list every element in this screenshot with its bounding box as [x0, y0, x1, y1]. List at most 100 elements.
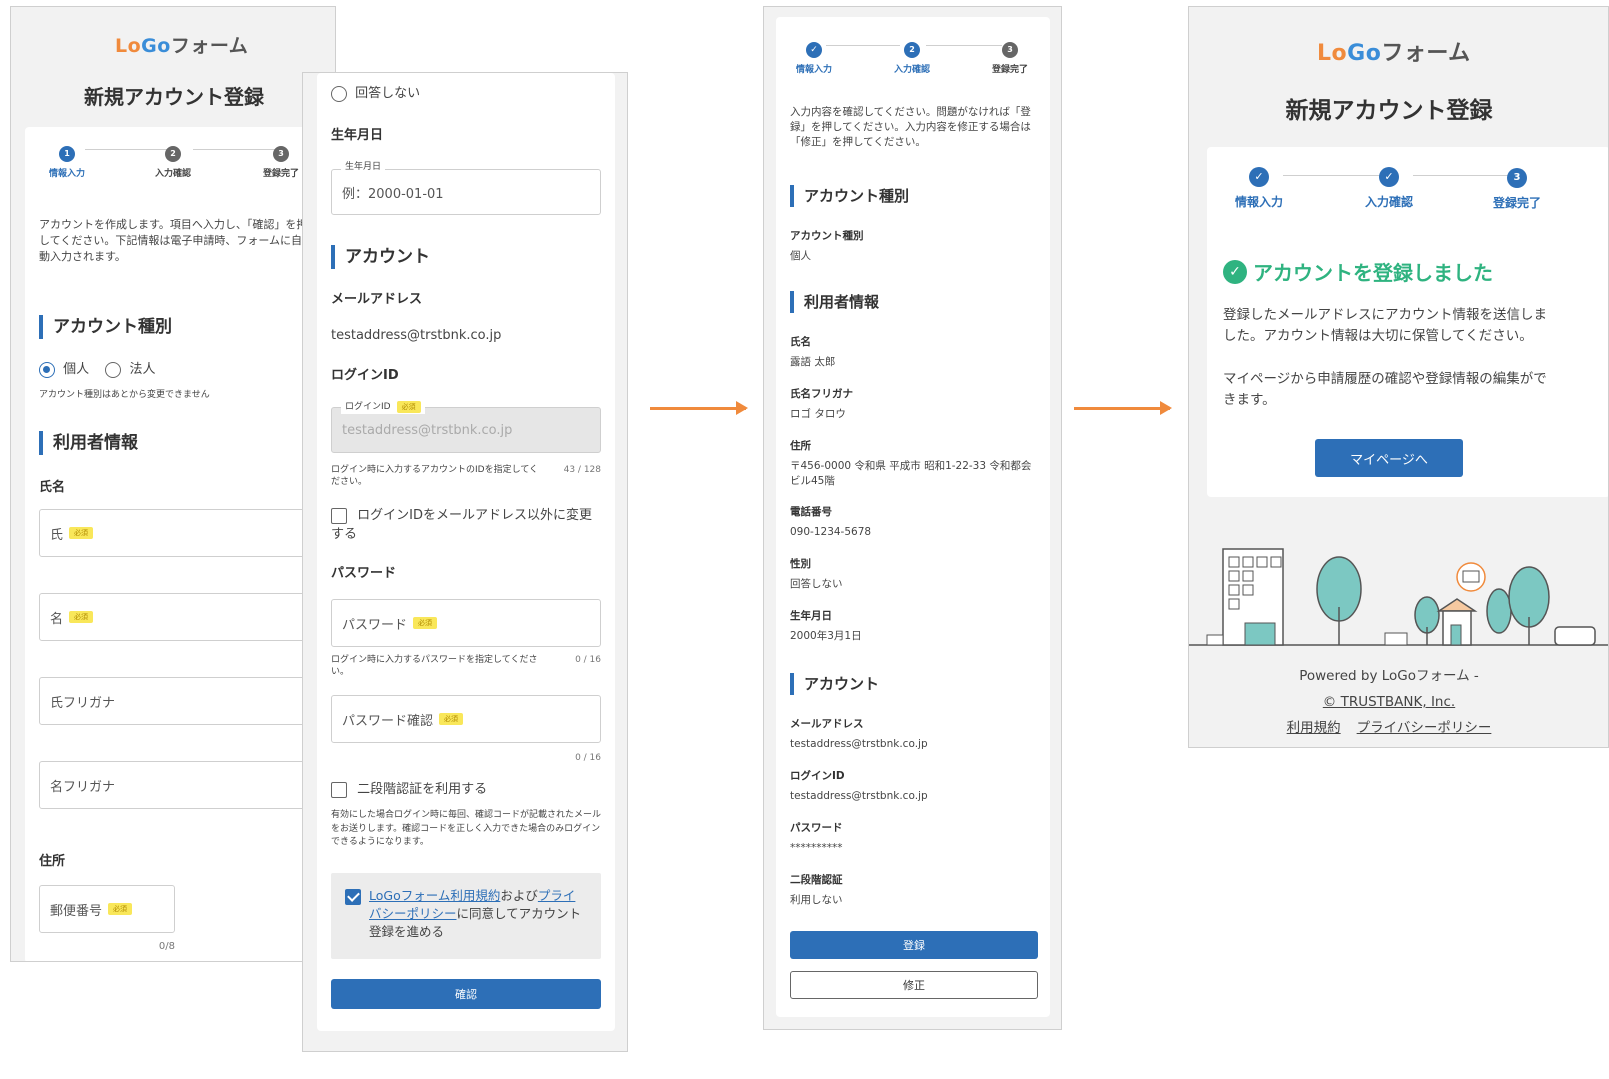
type-label: アカウント種別	[790, 230, 864, 242]
password-label: パスワード	[790, 822, 843, 834]
confirm-intro: 入力内容を確認してください。問題がなければ「登録」を押してください。入力内容を修…	[790, 106, 1031, 149]
first-kana-field[interactable]: 名フリガナ	[39, 761, 335, 809]
house-icon	[1436, 598, 1478, 612]
last-name-field[interactable]: 氏必須	[39, 509, 335, 557]
done-message-1: 登録したメールアドレスにアカウント情報を送信しました。アカウント情報は大切に保管…	[1223, 307, 1547, 344]
step-info-input: ✓ 情報入力	[790, 37, 838, 75]
two-factor-help: 有効にした場合ログイン時に毎回、確認コードが記載されたメールをお送りします。確認…	[331, 810, 602, 847]
password-help: ログイン時に入力するパスワードを指定してください。	[331, 655, 538, 677]
login-id-label: ログインID	[331, 368, 399, 383]
terms-link[interactable]: LoGoフォーム利用規約	[369, 888, 500, 903]
twofactor-value: 利用しない	[790, 894, 843, 906]
copyright-link[interactable]: © TRUSTBANK, Inc.	[1189, 693, 1589, 713]
radio-personal[interactable]	[39, 361, 55, 378]
step-complete: 3 登録完了	[1487, 165, 1547, 211]
address-value: 〒456-0000 令和県 平成市 昭和1-22-33 令和都会ビル45階	[790, 460, 1032, 488]
step-2-icon: 2	[165, 145, 181, 162]
register-button[interactable]: 登録	[790, 931, 1038, 959]
postal-counter: 0/8	[158, 941, 175, 952]
login-change-checkbox[interactable]	[331, 507, 347, 524]
flow-arrow-1	[650, 401, 748, 415]
birth-float-label: 生年月日	[341, 161, 386, 175]
gender-label: 性別	[790, 558, 811, 570]
screen-info-input-continued: 回答しない 生年月日 例：2000-01-01 生年月日 アカウント メールアド…	[302, 72, 628, 1052]
confirm-card: ✓ 情報入力 2 入力確認 3 登録完了 入力内容を確認してください。問題がなけ…	[776, 17, 1050, 1017]
password-confirm-field[interactable]: パスワード確認 必須	[331, 695, 601, 743]
complete-card: ✓ 情報入力 ✓ 入力確認 3 登録完了 ✓ アカウントを登録しました 登録したメ…	[1207, 147, 1608, 497]
birth-value: 2000年3月1日	[790, 630, 862, 642]
step-complete: 3 登録完了	[259, 141, 303, 179]
account-type-note: アカウント種別はあとから変更できません	[39, 390, 210, 400]
section-account: アカウント	[331, 245, 430, 269]
town-illustration	[1189, 548, 1608, 646]
name-label: 氏名	[39, 480, 66, 495]
radio-corporate[interactable]	[105, 361, 122, 378]
screen-confirm: ✓ 情報入力 2 入力確認 3 登録完了 入力内容を確認してください。問題がなけ…	[763, 6, 1062, 1030]
name-label: 氏名	[790, 336, 811, 348]
two-factor-option: 二段階認証を利用する	[331, 781, 487, 800]
password-counter: 0 / 16	[575, 655, 601, 665]
agreement-checkbox[interactable]	[345, 889, 361, 905]
edit-button[interactable]: 修正	[790, 971, 1038, 999]
section-user-info: 利用者情報	[790, 291, 879, 313]
last-kana-field[interactable]: 氏フリガナ	[39, 677, 335, 725]
step-1-check-icon: ✓	[806, 42, 822, 58]
footer: Powered by LoGoフォーム - © TRUSTBANK, Inc. …	[1189, 653, 1608, 747]
postal-code-field[interactable]: 郵便番号 必須	[39, 885, 175, 933]
two-factor-checkbox[interactable]	[331, 781, 347, 798]
logo: LoGoフォーム	[115, 35, 249, 57]
step-confirm: 2 入力確認	[151, 141, 195, 179]
phone-value: 090-1234-5678	[790, 526, 872, 538]
step-3-icon: 3	[273, 145, 289, 162]
radio-no-answer[interactable]	[331, 85, 347, 102]
form-card: 1 情報入力 2 入力確認 3 登録完了 アカウントを作成します。項目へ入力し、…	[25, 127, 335, 961]
car-icon	[1554, 626, 1596, 646]
agreement-box: LoGoフォーム利用規約およびプライバシーポリシーに同意してアカウント登録を進め…	[331, 873, 601, 959]
section-account-type: アカウント種別	[39, 315, 172, 339]
email-value: testaddress@trstbnk.co.jp	[790, 738, 928, 750]
step-3-icon: 3	[1507, 167, 1527, 188]
login-value: testaddress@trstbnk.co.jp	[790, 790, 928, 802]
kana-value: ロゴ タロウ	[790, 408, 846, 420]
page-title: 新規アカウント登録	[84, 85, 264, 109]
done-heading: ✓ アカウントを登録しました	[1223, 257, 1493, 286]
phone-label: 電話番号	[790, 506, 832, 518]
first-name-field[interactable]: 名必須	[39, 593, 335, 641]
email-value: testaddress@trstbnk.co.jp	[331, 328, 502, 343]
step-confirm: 2 入力確認	[888, 37, 936, 75]
password-confirm-counter: 0 / 16	[575, 753, 601, 763]
gender-no-answer: 回答しない	[331, 85, 420, 104]
login-id-counter: 43 / 128	[563, 465, 601, 475]
logo: LoGoフォーム	[1317, 41, 1471, 66]
address-label: 住所	[39, 854, 66, 869]
screen-complete: LoGoフォーム 新規アカウント登録 ✓ 情報入力 ✓ 入力確認 3 登録完了 …	[1188, 6, 1609, 748]
step-2-check-icon: ✓	[1379, 166, 1399, 187]
confirm-button[interactable]: 確認	[331, 979, 601, 1009]
step-info-input: 1 情報入力	[45, 141, 89, 179]
done-message-2: マイページから申請履歴の確認や登録情報の編集ができます。	[1223, 371, 1547, 408]
email-label: メールアドレス	[331, 292, 423, 307]
screen-info-input: LoGoフォーム 新規アカウント登録 1 情報入力 2 入力確認 3 登録完了 …	[10, 6, 336, 962]
birth-date-field[interactable]: 例：2000-01-01	[331, 169, 601, 215]
login-label: ログインID	[790, 770, 845, 782]
mypage-button[interactable]: マイページへ	[1315, 439, 1463, 477]
page-title: 新規アカウント登録	[1285, 98, 1493, 124]
account-type-radios: 個人 法人	[39, 361, 155, 380]
step-1-check-icon: ✓	[1249, 166, 1269, 187]
password-field[interactable]: パスワード 必須	[331, 599, 601, 647]
section-account: アカウント	[790, 673, 879, 695]
step-complete: 3 登録完了	[986, 37, 1034, 75]
check-circle-icon: ✓	[1223, 259, 1247, 284]
section-user-info: 利用者情報	[39, 431, 138, 455]
privacy-link[interactable]: プライバシーポリシー	[1357, 720, 1492, 736]
address-label: 住所	[790, 440, 811, 452]
step-1-icon: 1	[59, 145, 75, 162]
login-float-label: ログインID 必須	[341, 401, 425, 415]
section-account-type: アカウント種別	[790, 185, 909, 207]
password-label: パスワード	[331, 566, 397, 581]
login-change-option: ログインIDをメールアドレス以外に変更する	[331, 507, 592, 542]
password-value: **********	[790, 842, 843, 854]
gender-value: 回答しない	[790, 578, 843, 590]
terms-link[interactable]: 利用規約	[1287, 720, 1341, 736]
step-2-icon: 2	[904, 41, 920, 58]
